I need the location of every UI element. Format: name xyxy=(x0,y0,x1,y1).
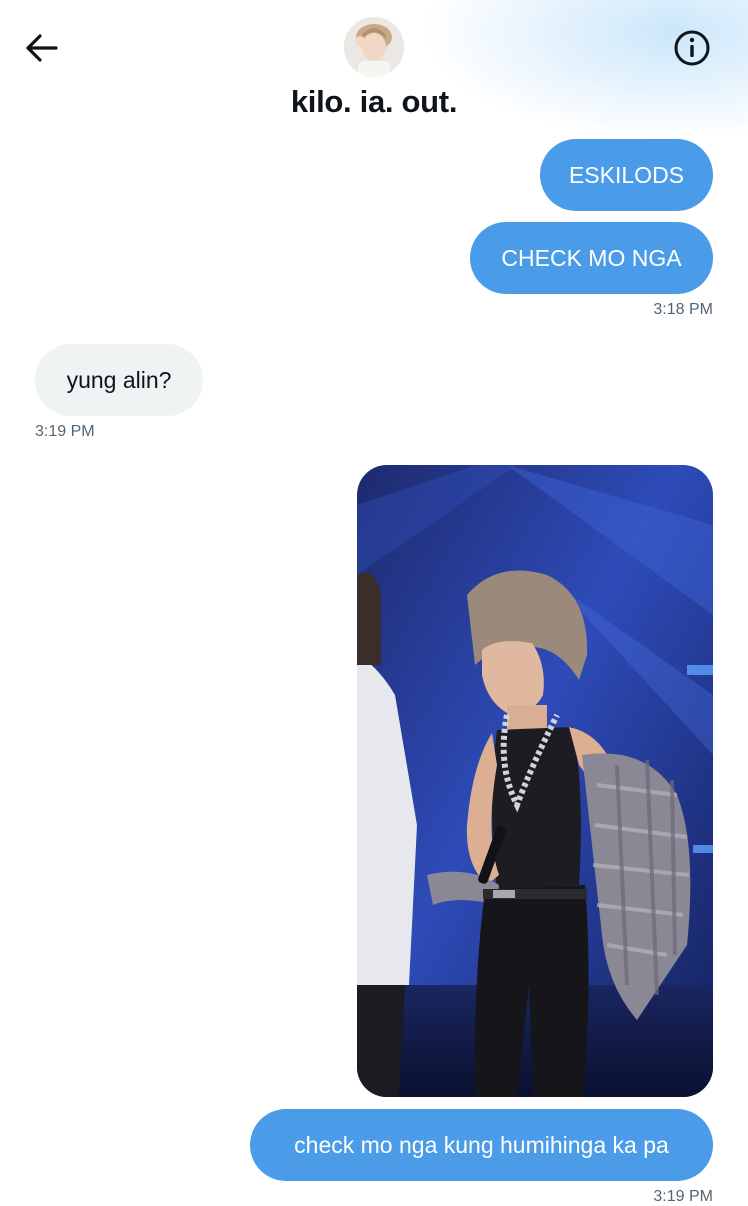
conversation-title[interactable]: kilo. ia. out. xyxy=(0,84,748,120)
avatar-image xyxy=(344,17,404,77)
arrow-left-icon xyxy=(26,34,58,62)
info-circle-icon xyxy=(674,30,710,66)
photo-image xyxy=(357,465,713,1097)
back-button[interactable] xyxy=(22,28,62,68)
message-bubble-outgoing[interactable]: CHECK MO NGA xyxy=(470,222,713,294)
message-timestamp: 3:19 PM xyxy=(653,1188,713,1205)
message-bubble-outgoing[interactable]: check mo nga kung humihinga ka pa xyxy=(250,1109,713,1181)
message-bubble-outgoing[interactable]: ESKILODS xyxy=(540,139,713,211)
conversation-header: kilo. ia. out. xyxy=(0,0,748,140)
message-timestamp: 3:19 PM xyxy=(35,423,95,440)
avatar[interactable] xyxy=(344,17,404,77)
message-bubble-incoming[interactable]: yung alin? xyxy=(35,344,203,416)
info-button[interactable] xyxy=(671,27,713,69)
message-image[interactable] xyxy=(357,465,713,1097)
message-timestamp: 3:18 PM xyxy=(653,301,713,318)
